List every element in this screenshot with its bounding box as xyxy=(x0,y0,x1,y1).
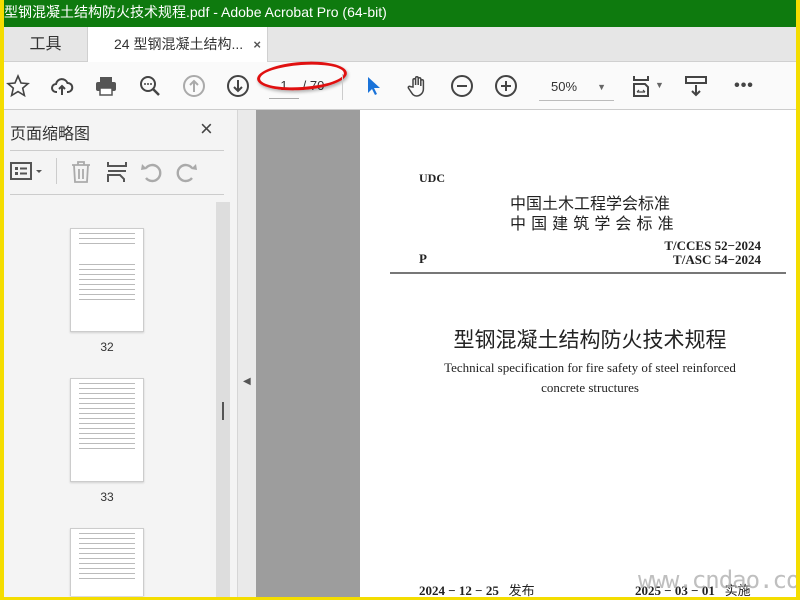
fit-page-chevron-icon[interactable]: ▼ xyxy=(655,80,664,90)
zoom-value: 50% xyxy=(551,79,578,94)
document-background xyxy=(256,110,360,597)
print-icon[interactable] xyxy=(92,72,120,100)
tab-tools[interactable]: 工具 xyxy=(4,27,88,62)
issue-label: 发布 xyxy=(508,583,535,597)
thumbnail-panel: 页面缩略图 × 32 33 xyxy=(4,110,237,597)
watermark-text: www.cndao.com xyxy=(638,566,796,594)
select-arrow-icon[interactable] xyxy=(360,72,388,100)
acrobat-window: 型钢混凝土结构防火技术规程.pdf - Adobe Acrobat Pro (6… xyxy=(4,0,796,597)
thumbnail-list: 32 33 xyxy=(4,202,224,597)
divider xyxy=(342,74,343,100)
page-thumbnail-label: 32 xyxy=(100,340,114,354)
scrollbar-thumb[interactable] xyxy=(216,202,230,597)
udc-label: UDC xyxy=(419,171,445,185)
window-title: 型钢混凝土结构防火技术规程.pdf - Adobe Acrobat Pro (6… xyxy=(4,4,387,20)
page-thumbnail[interactable] xyxy=(70,228,144,332)
star-icon[interactable] xyxy=(4,72,32,100)
rotate-cw-icon[interactable] xyxy=(174,160,198,190)
tab-document-label: 24 型钢混凝土结构... xyxy=(114,36,244,52)
panel-splitter[interactable]: ◀ xyxy=(237,110,256,597)
thumbnail-scrollbar[interactable] xyxy=(216,202,230,597)
document-title-en-1: Technical specification for fire safety … xyxy=(444,360,736,375)
page-thumbnail[interactable] xyxy=(70,528,144,596)
delete-page-icon[interactable] xyxy=(70,160,92,190)
fit-page-icon[interactable] xyxy=(628,72,656,100)
scroll-mode-icon[interactable] xyxy=(682,72,710,100)
search-zoom-icon[interactable] xyxy=(136,72,164,100)
insert-page-icon[interactable] xyxy=(106,160,128,190)
divider xyxy=(10,194,224,195)
page-down-icon[interactable] xyxy=(224,72,252,100)
toolbar: 1 / 70 50% ▼ ▼ ••• xyxy=(4,58,796,110)
scrollbar-grip xyxy=(222,402,224,420)
more-icon[interactable]: ••• xyxy=(730,72,758,100)
tab-bar: 工具 24 型钢混凝土结构... × xyxy=(4,27,796,63)
pdf-page: UDC 中国土木工程学会标准 中 国 建 筑 学 会 标 准 T/CCES 52… xyxy=(360,110,796,597)
title-bar: 型钢混凝土结构防火技术规程.pdf - Adobe Acrobat Pro (6… xyxy=(4,0,796,27)
document-title-en-2: concrete structures xyxy=(541,380,639,395)
rotate-ccw-icon[interactable] xyxy=(140,160,164,190)
cloud-upload-icon[interactable] xyxy=(48,72,76,100)
zoom-in-icon[interactable] xyxy=(492,72,520,100)
issue-date: 2024 − 12 − 25 发布 xyxy=(419,580,535,597)
divider xyxy=(56,158,57,184)
thumbnail-options-icon[interactable] xyxy=(10,160,44,188)
standard-code-2: T/ASC 54−2024 xyxy=(673,252,761,267)
header-rule xyxy=(390,272,786,274)
p-label: P xyxy=(419,251,427,266)
hand-icon[interactable] xyxy=(404,72,432,100)
divider xyxy=(10,150,224,151)
tab-close-icon[interactable]: × xyxy=(253,27,261,62)
panel-title: 页面缩略图 xyxy=(10,126,91,143)
panel-close-icon[interactable]: × xyxy=(200,116,213,142)
zoom-out-icon[interactable] xyxy=(448,72,476,100)
page-thumbnail-label: 33 xyxy=(100,490,114,504)
zoom-select[interactable]: 50% ▼ xyxy=(539,75,614,101)
page-up-icon[interactable] xyxy=(180,72,208,100)
org-name-2: 中 国 建 筑 学 会 标 准 xyxy=(510,214,674,233)
issue-date-value: 2024 − 12 − 25 xyxy=(419,583,499,597)
tab-document[interactable]: 24 型钢混凝土结构... × xyxy=(88,27,268,63)
collapse-panel-icon[interactable]: ◀ xyxy=(243,376,251,387)
document-title-cn: 型钢混凝土结构防火技术规程 xyxy=(453,328,727,352)
page-thumbnail[interactable] xyxy=(70,378,144,482)
chevron-down-icon: ▼ xyxy=(597,82,606,92)
